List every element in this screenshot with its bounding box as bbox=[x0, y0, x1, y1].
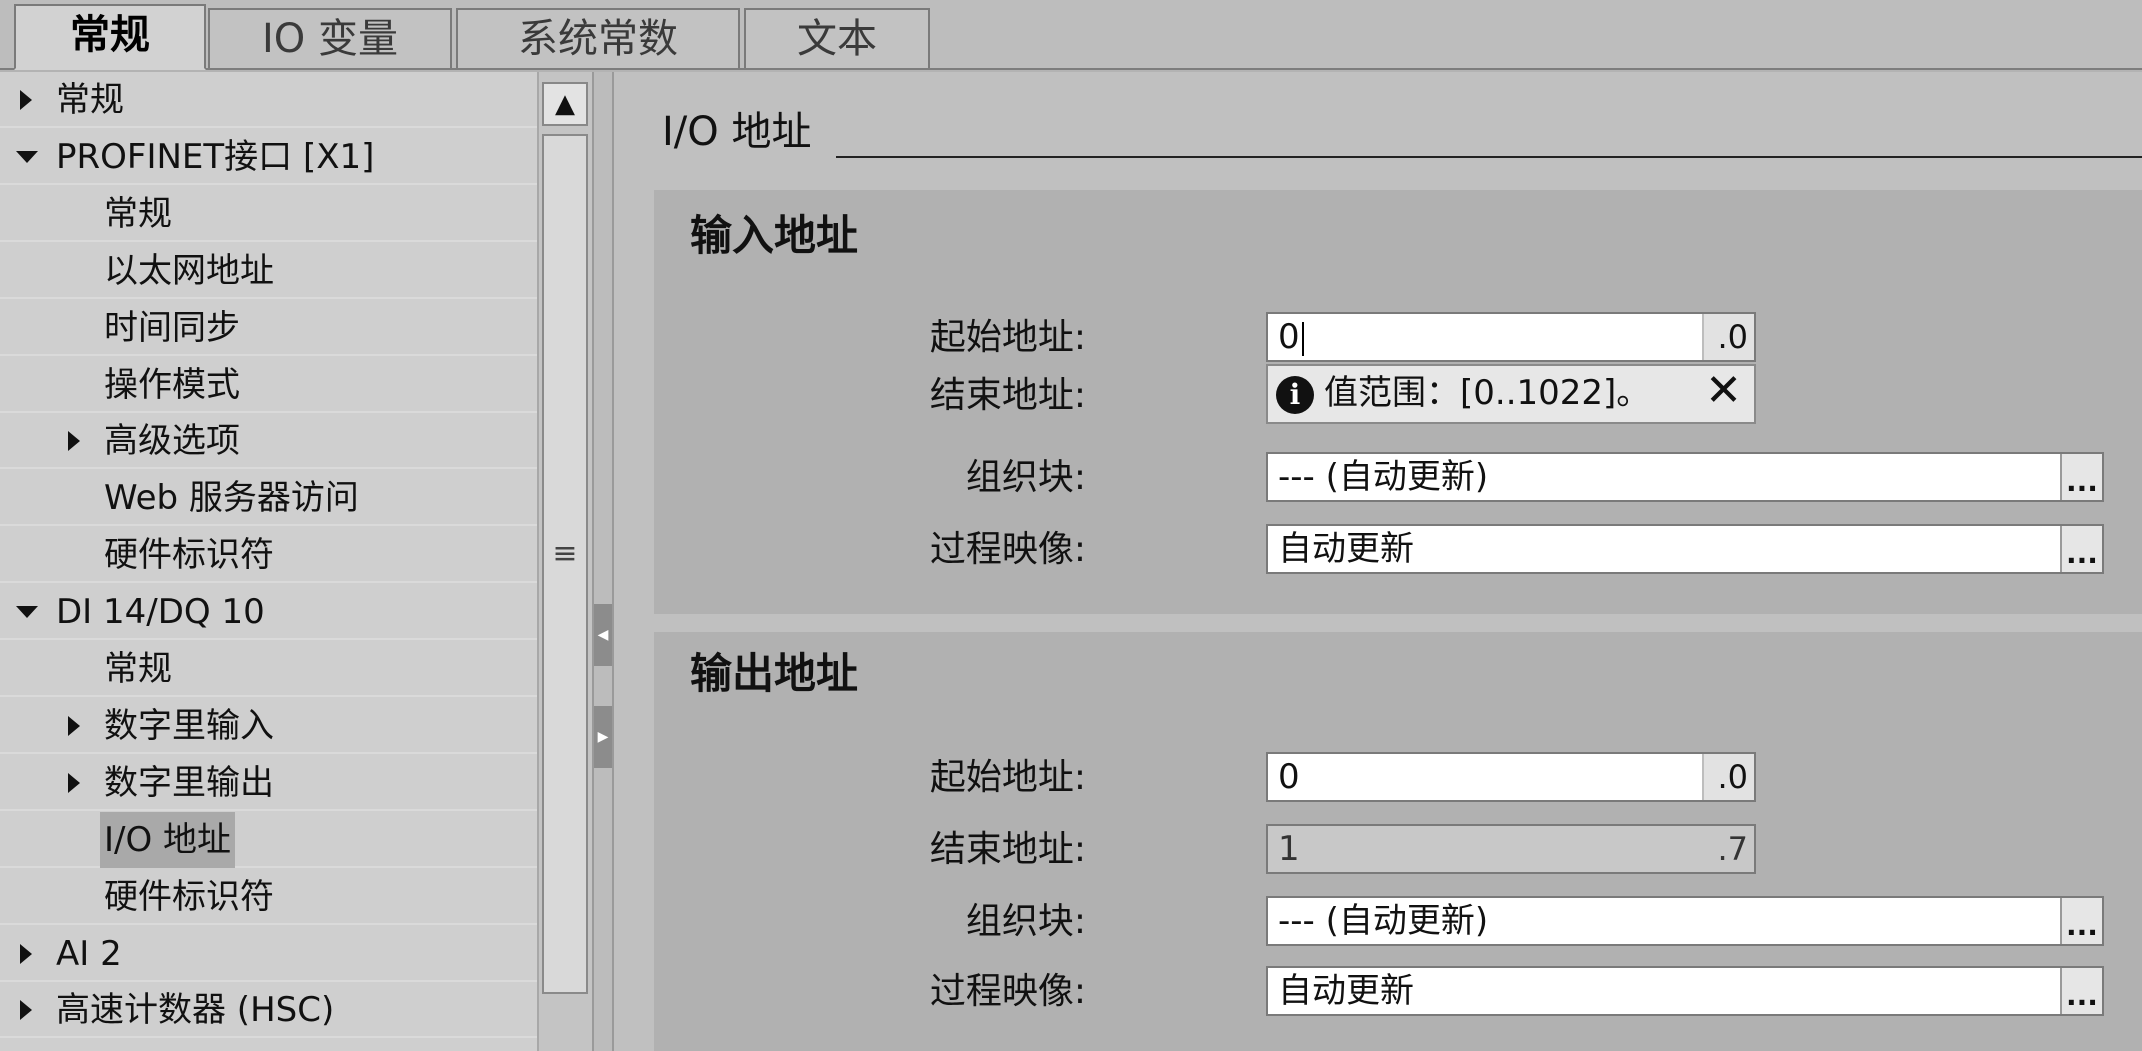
output-end-label: 结束地址: bbox=[929, 829, 1086, 870]
info-icon: i bbox=[1276, 376, 1314, 414]
tree-item-label: AI 2 bbox=[56, 934, 122, 974]
ellipsis-button[interactable]: ... bbox=[2060, 898, 2102, 944]
tree-item[interactable]: DI 14/DQ 10 bbox=[0, 584, 537, 640]
caret-right-icon[interactable] bbox=[20, 944, 32, 964]
navigation-tree: 常规 PROFINET接口 [X1] 常规 以太网地址 时间同步 操作模式 高级选项 Web … bbox=[0, 72, 537, 1051]
input-start-value: 0 bbox=[1278, 317, 1300, 357]
tree-item[interactable]: 高级选项 bbox=[0, 413, 537, 469]
grip-icon: ≡ bbox=[552, 536, 578, 571]
tree-item[interactable]: AI 2 bbox=[0, 926, 537, 982]
input-ob-label: 组织块: bbox=[965, 457, 1086, 498]
scroll-thumb[interactable]: ≡ bbox=[542, 134, 588, 994]
caret-down-icon[interactable] bbox=[16, 151, 38, 163]
tree-item-label: Web 服务器访问 bbox=[104, 478, 359, 518]
tree-item[interactable]: 高速计数器 (HSC) bbox=[0, 982, 537, 1038]
output-organization-block-field[interactable]: --- (自动更新) ... bbox=[1266, 896, 2104, 946]
tree-item-label: 操作模式 bbox=[104, 365, 240, 405]
caret-right-icon[interactable] bbox=[20, 1000, 32, 1020]
tree-item-label: 以太网地址 bbox=[104, 251, 274, 291]
caret-right-icon[interactable] bbox=[20, 90, 32, 110]
tree-item[interactable]: 以太网地址 bbox=[0, 243, 537, 299]
output-start-address-field[interactable]: 0 .0 bbox=[1266, 752, 1756, 802]
tree-item-label: 数字里输入 bbox=[104, 706, 274, 746]
output-ob-label: 组织块: bbox=[965, 901, 1086, 942]
panel-splitter[interactable]: ◀ ▶ bbox=[592, 72, 614, 1051]
output-start-label: 起始地址: bbox=[929, 757, 1086, 798]
input-address-group: 输入地址 起始地址: 0 .0 结束地址: i 值范围：[0..1022]。 ✕… bbox=[654, 190, 2142, 614]
ellipsis-button[interactable]: ... bbox=[2060, 968, 2102, 1014]
tree-item-label: 硬件标识符 bbox=[104, 535, 274, 575]
tree-item[interactable]: 常规 bbox=[0, 72, 537, 128]
ellipsis-button[interactable]: ... bbox=[2060, 454, 2102, 500]
input-start-address-field[interactable]: 0 .0 bbox=[1266, 312, 1756, 362]
tab-io-tags[interactable]: IO 变量 bbox=[208, 8, 452, 68]
input-pi-label: 过程映像: bbox=[929, 529, 1086, 570]
output-ob-value: --- (自动更新) bbox=[1278, 901, 1489, 941]
input-organization-block-field[interactable]: --- (自动更新) ... bbox=[1266, 452, 2104, 502]
tree-item[interactable]: PROFINET接口 [X1] bbox=[0, 129, 537, 185]
output-end-value: 1 bbox=[1278, 829, 1300, 869]
value-range-tooltip: i 值范围：[0..1022]。 ✕ bbox=[1266, 364, 1756, 424]
tree-item-label: 常规 bbox=[104, 194, 172, 234]
output-end-address-field: 1 .7 bbox=[1266, 824, 1756, 874]
output-start-bit: .0 bbox=[1702, 754, 1754, 800]
close-icon[interactable]: ✕ bbox=[1705, 364, 1742, 418]
tab-general[interactable]: 常规 bbox=[14, 4, 206, 70]
tree-item[interactable]: 操作模式 bbox=[0, 357, 537, 413]
section-title: I/O 地址 bbox=[662, 109, 812, 155]
properties-panel: I/O 地址 输入地址 起始地址: 0 .0 结束地址: i 值范围：[0..1… bbox=[614, 72, 2142, 1051]
tree-item[interactable]: 常规 bbox=[0, 641, 537, 697]
caret-down-icon[interactable] bbox=[16, 606, 38, 618]
output-process-image-field[interactable]: 自动更新 ... bbox=[1266, 966, 2104, 1016]
output-pi-label: 过程映像: bbox=[929, 971, 1086, 1012]
caret-right-icon[interactable] bbox=[68, 773, 80, 793]
tree-item[interactable]: 数字里输入 bbox=[0, 698, 537, 754]
tree-scrollbar[interactable]: ▲ ≡ bbox=[537, 72, 592, 1051]
tree-item[interactable]: 硬件标识符 bbox=[0, 869, 537, 925]
collapse-left-icon[interactable]: ◀ bbox=[594, 604, 612, 666]
output-start-value: 0 bbox=[1278, 757, 1300, 797]
scroll-up-button[interactable]: ▲ bbox=[542, 82, 588, 126]
input-pi-value: 自动更新 bbox=[1278, 529, 1414, 569]
tree-item[interactable]: 硬件标识符 bbox=[0, 527, 537, 583]
tree-item-label: 常规 bbox=[56, 80, 124, 120]
section-header: I/O 地址 bbox=[614, 102, 2142, 162]
tree-item-label: 高速计数器 (HSC) bbox=[56, 990, 335, 1030]
tree-item-label: I/O 地址 bbox=[100, 812, 236, 868]
input-start-bit: .0 bbox=[1702, 314, 1754, 360]
expand-right-icon[interactable]: ▶ bbox=[594, 706, 612, 768]
tab-texts[interactable]: 文本 bbox=[744, 8, 930, 68]
tree-item-label: 硬件标识符 bbox=[104, 877, 274, 917]
output-address-title: 输出地址 bbox=[690, 649, 859, 698]
tree-item-label: PROFINET接口 [X1] bbox=[56, 137, 375, 177]
tab-bar: 常规 IO 变量 系统常数 文本 bbox=[0, 0, 2142, 70]
tree-item[interactable]: Web 服务器访问 bbox=[0, 470, 537, 526]
output-pi-value: 自动更新 bbox=[1278, 971, 1414, 1011]
tree-item-label: 高级选项 bbox=[104, 421, 240, 461]
tree-item-label: DI 14/DQ 10 bbox=[56, 592, 265, 632]
text-cursor bbox=[1301, 321, 1304, 356]
output-end-bit: .7 bbox=[1702, 826, 1754, 872]
tree-item-label: 时间同步 bbox=[104, 308, 240, 348]
ellipsis-button[interactable]: ... bbox=[2060, 526, 2102, 572]
tab-system-constants[interactable]: 系统常数 bbox=[456, 8, 740, 68]
section-divider bbox=[836, 156, 2142, 158]
caret-right-icon[interactable] bbox=[68, 716, 80, 736]
input-end-label: 结束地址: bbox=[929, 375, 1086, 416]
output-address-group: 输出地址 起始地址: 0 .0 结束地址: 1 .7 组织块: --- (自动更… bbox=[654, 632, 2142, 1051]
tree-item-label: 常规 bbox=[104, 649, 172, 689]
tree-item[interactable]: I/O 地址 bbox=[0, 812, 537, 868]
tree-item[interactable]: 常规 bbox=[0, 186, 537, 242]
input-ob-value: --- (自动更新) bbox=[1278, 457, 1489, 497]
tree-item[interactable]: 数字里输出 bbox=[0, 755, 537, 811]
input-start-label: 起始地址: bbox=[929, 317, 1086, 358]
tooltip-text: 值范围：[0..1022]。 bbox=[1324, 373, 1651, 413]
tree-item-label: 数字里输出 bbox=[104, 763, 274, 803]
input-address-title: 输入地址 bbox=[690, 211, 859, 260]
caret-right-icon[interactable] bbox=[68, 431, 80, 451]
input-process-image-field[interactable]: 自动更新 ... bbox=[1266, 524, 2104, 574]
tree-item[interactable]: 时间同步 bbox=[0, 300, 537, 356]
